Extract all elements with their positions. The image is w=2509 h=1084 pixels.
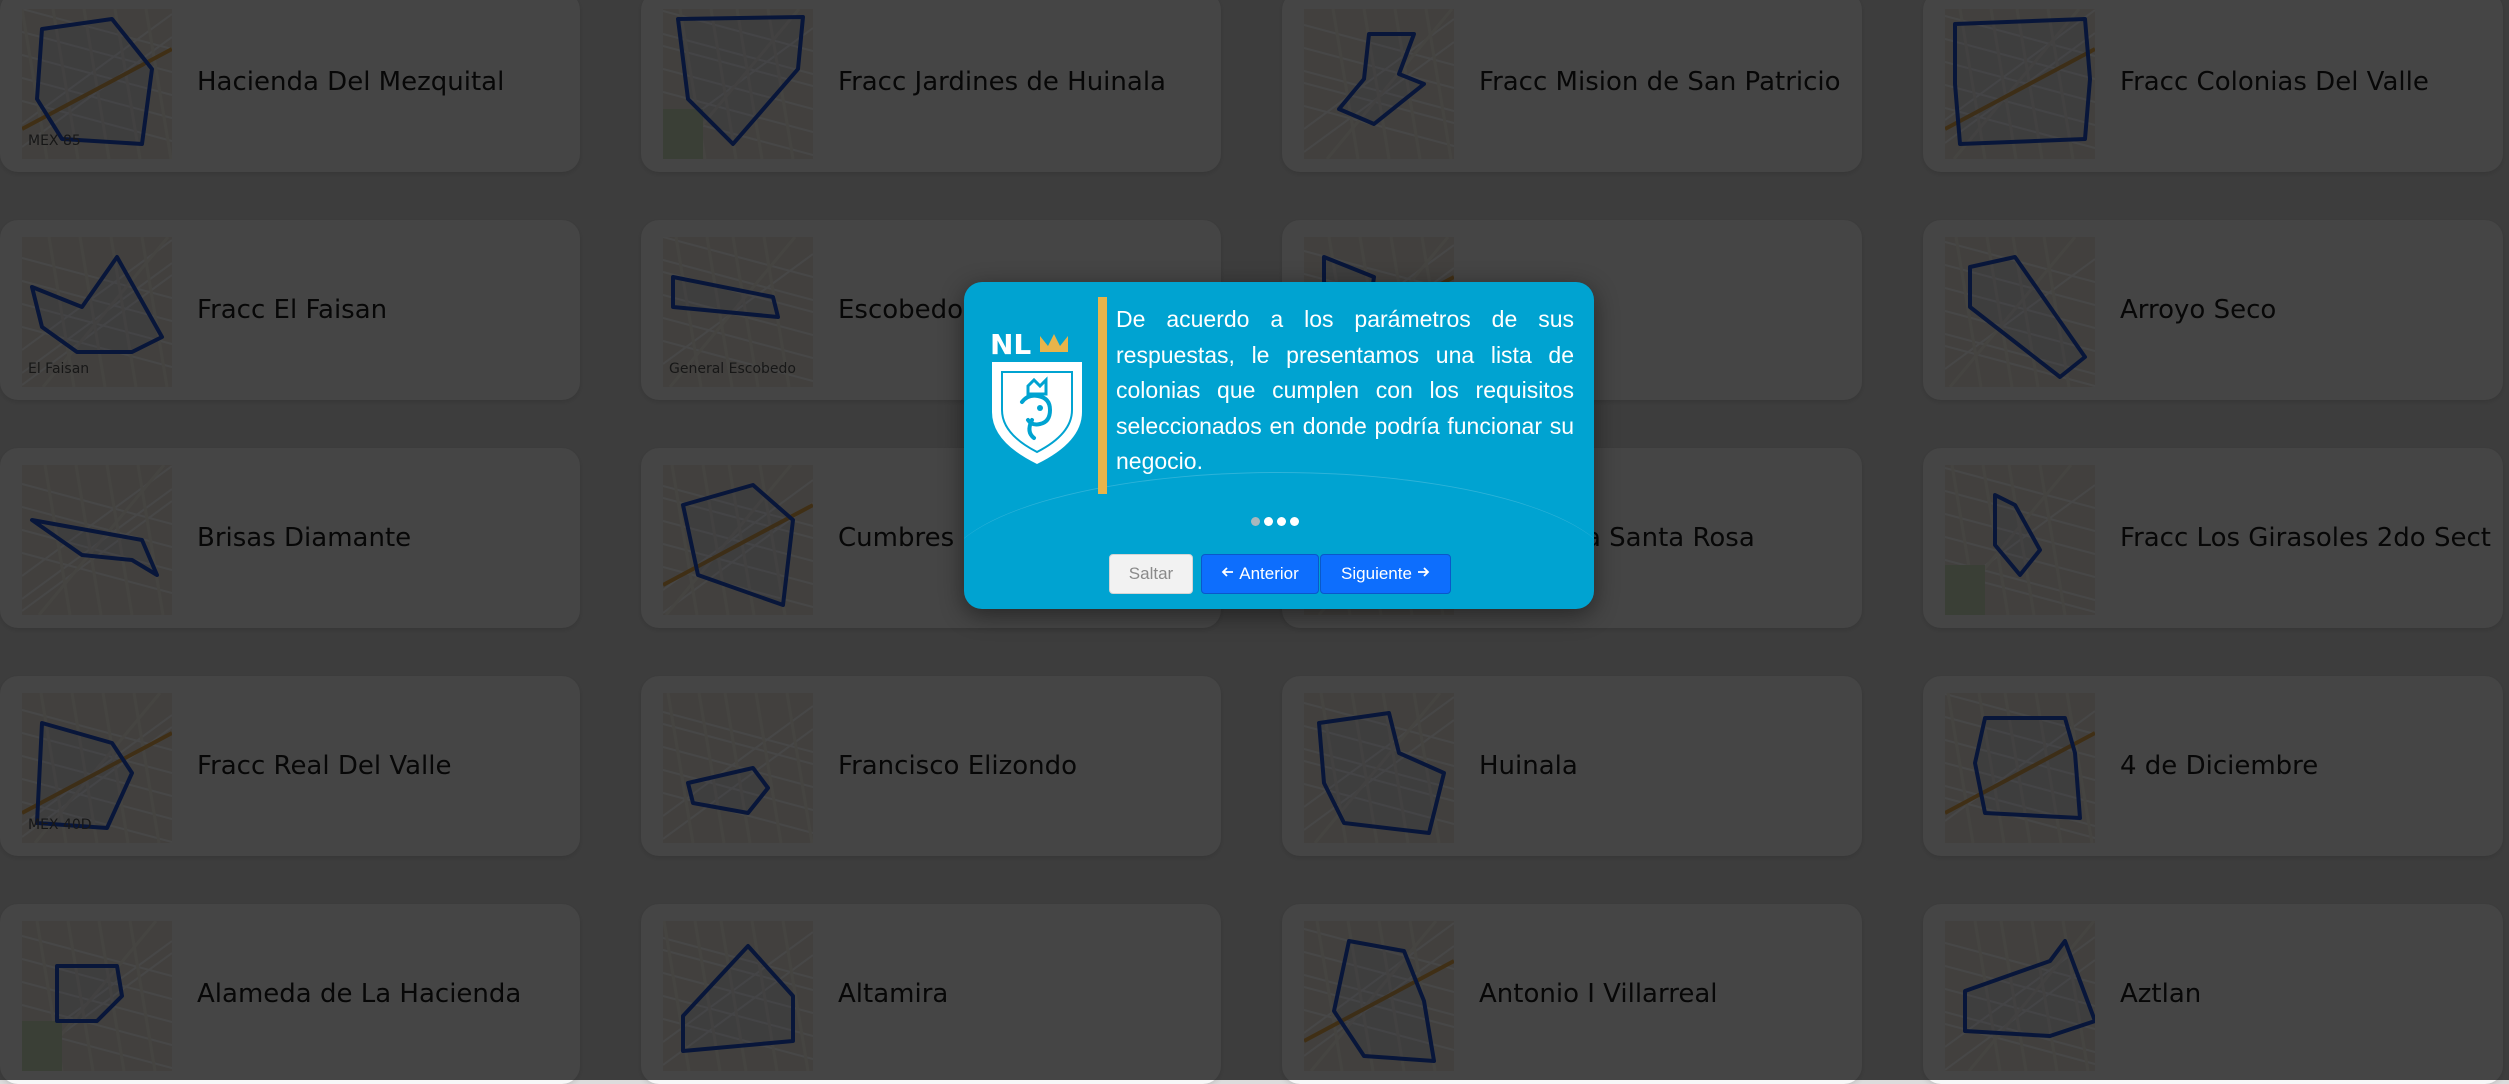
tour-popup: NL De acuerdo a los parámetros de sus re… — [964, 282, 1594, 609]
arrow-right-icon — [1416, 564, 1430, 584]
logo-text: NL — [990, 328, 1031, 361]
next-button[interactable]: Siguiente — [1320, 554, 1451, 594]
step-dot[interactable] — [1264, 517, 1273, 526]
step-dot[interactable] — [1277, 517, 1286, 526]
next-button-label: Siguiente — [1341, 564, 1412, 583]
previous-button[interactable]: Anterior — [1201, 554, 1319, 594]
nl-shield-logo-icon: NL — [988, 324, 1086, 464]
step-dot[interactable] — [1290, 517, 1299, 526]
accent-bar — [1098, 297, 1107, 494]
popup-message: De acuerdo a los parámetros de sus respu… — [1116, 306, 1574, 474]
step-dot[interactable] — [1251, 517, 1260, 526]
step-indicator — [1251, 517, 1299, 529]
previous-button-label: Anterior — [1239, 564, 1299, 583]
arrow-left-icon — [1221, 564, 1235, 584]
skip-button-label: Saltar — [1128, 564, 1174, 583]
skip-button[interactable]: Saltar — [1109, 554, 1193, 594]
